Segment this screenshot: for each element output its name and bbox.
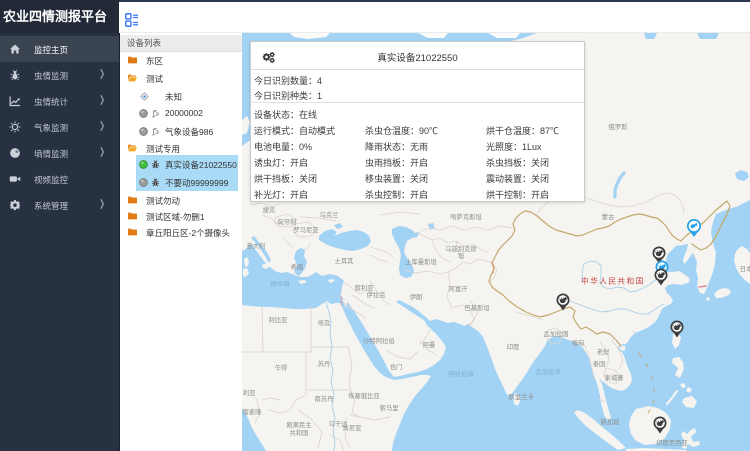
svg-text:柬埔寨: 柬埔寨 [605,373,625,382]
svg-text:罗马尼亚: 罗马尼亚 [293,226,319,234]
svg-text:老挝: 老挝 [597,347,610,356]
svg-text:伊朗: 伊朗 [410,292,423,301]
svg-text:阿曼: 阿曼 [423,340,436,349]
svg-text:埃及: 埃及 [318,318,331,327]
svg-text:印度尼西亚: 印度尼西亚 [656,438,688,447]
svg-text:日本: 日本 [740,264,750,273]
svg-text:喀麦隆: 喀麦隆 [243,407,263,416]
svg-text:埃塞俄比亚: 埃塞俄比亚 [348,391,380,400]
svg-text:乌克兰: 乌克兰 [320,210,339,219]
svg-text:新加坡: 新加坡 [601,417,621,426]
svg-text:叙利亚: 叙利亚 [355,283,375,292]
svg-text:土库曼斯坦: 土库曼斯坦 [405,257,437,266]
svg-text:伊拉克: 伊拉克 [367,290,387,299]
svg-text:希腊: 希腊 [291,262,304,271]
svg-text:沙特阿拉伯: 沙特阿拉伯 [363,336,394,345]
svg-text:蒙古: 蒙古 [602,212,615,221]
svg-text:孟加拉国: 孟加拉国 [543,329,568,338]
svg-text:肯尼亚: 肯尼亚 [343,423,363,432]
svg-text:共和国: 共和国 [290,428,309,437]
svg-text:阿富汗: 阿富汗 [449,284,469,293]
svg-text:地中海: 地中海 [271,279,291,288]
svg-text:中华人民共和国: 中华人民共和国 [581,276,645,286]
svg-text:斯里兰卡: 斯里兰卡 [508,392,533,401]
svg-text:苏丹: 苏丹 [318,359,331,368]
svg-text:缅甸: 缅甸 [572,338,585,347]
svg-text:捷克: 捷克 [263,205,276,214]
svg-text:利亚: 利亚 [243,388,256,397]
svg-text:巴基斯坦: 巴基斯坦 [464,303,490,312]
svg-text:阿拉伯海: 阿拉伯海 [448,369,474,378]
svg-text:俄罗斯: 俄罗斯 [609,122,629,131]
svg-text:乌兹别克斯: 乌兹别克斯 [445,244,477,253]
svg-text:坦: 坦 [458,251,465,260]
svg-text:也门: 也门 [390,362,403,371]
svg-text:匈牙利: 匈牙利 [278,217,297,226]
svg-text:泰国: 泰国 [593,359,606,368]
svg-text:乍得: 乍得 [275,363,288,372]
svg-text:南苏丹: 南苏丹 [315,394,334,403]
svg-text:刚果民主: 刚果民主 [286,420,311,429]
svg-text:利比亚: 利比亚 [269,315,289,324]
svg-text:意大利: 意大利 [247,241,266,250]
svg-text:孟加拉湾: 孟加拉湾 [535,367,561,376]
svg-text:印度: 印度 [507,342,520,351]
svg-text:哈萨克斯坦: 哈萨克斯坦 [450,212,482,221]
svg-text:土耳其: 土耳其 [335,256,354,265]
svg-text:索马里: 索马里 [380,403,399,412]
